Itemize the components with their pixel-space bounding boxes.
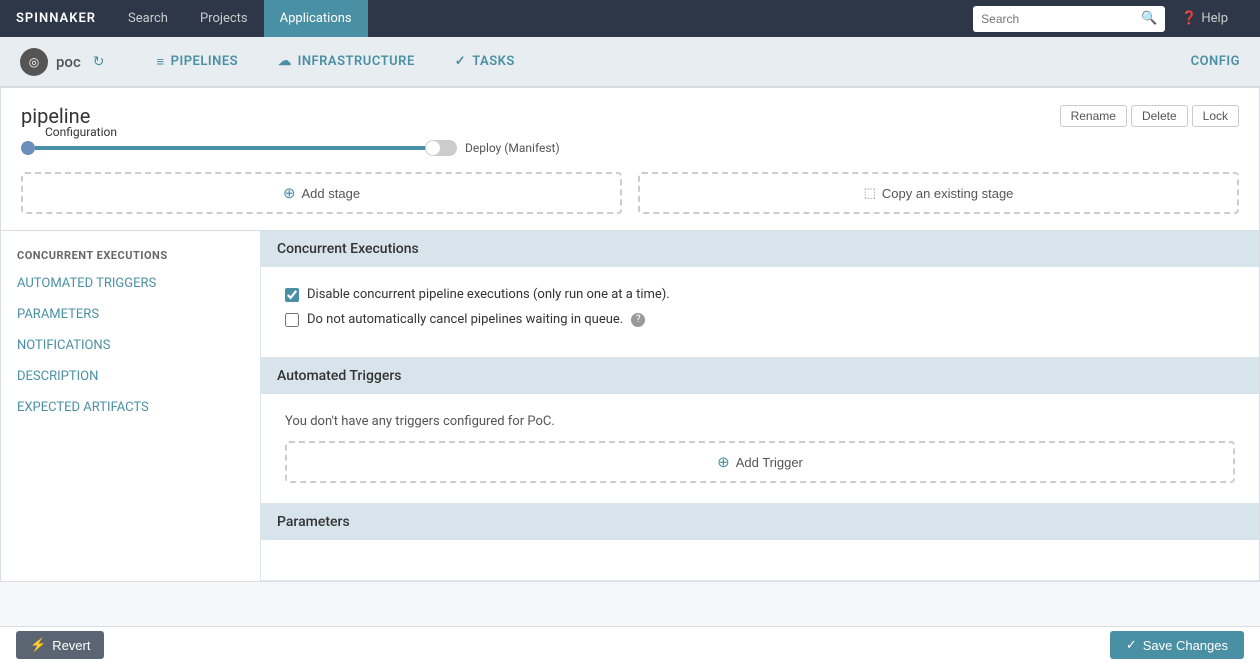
deploy-stage-node: Deploy (Manifest) — [425, 140, 560, 156]
disable-concurrent-checkbox[interactable] — [285, 288, 299, 302]
brand-logo: SPINNAKER — [16, 11, 96, 26]
sidebar-notifications[interactable]: NOTIFICATIONS — [1, 330, 260, 361]
help-tooltip-icon[interactable]: ? — [631, 313, 645, 327]
pipeline-stages: Configuration Deploy (Manifest) — [21, 140, 1239, 156]
disable-concurrent-label: Disable concurrent pipeline executions (… — [307, 287, 670, 302]
deploy-stage-label: Deploy (Manifest) — [465, 141, 560, 155]
pipeline-header-buttons: Rename Delete Lock — [1060, 105, 1239, 127]
no-cancel-label: Do not automatically cancel pipelines wa… — [307, 312, 623, 327]
nav-applications[interactable]: Applications — [264, 0, 368, 37]
search-icon: 🔍 — [1141, 11, 1157, 26]
help-link[interactable]: ❓ Help — [1165, 11, 1244, 26]
infrastructure-icon: ☁ — [278, 54, 292, 69]
content-wrapper: pipeline Rename Delete Lock Configuratio… — [0, 87, 1260, 632]
top-nav: SPINNAKER Search Projects Applications 🔍… — [0, 0, 1260, 37]
nav-tasks[interactable]: ✓ TASKS — [435, 37, 535, 87]
lock-button[interactable]: Lock — [1192, 105, 1239, 127]
sidebar-concurrent-header[interactable]: CONCURRENT EXECUTIONS — [1, 239, 260, 268]
rename-button[interactable]: Rename — [1060, 105, 1127, 127]
config-stage-dot — [21, 141, 35, 155]
app-nav-items: ≡ PIPELINES ☁ INFRASTRUCTURE ✓ TASKS — [137, 37, 1191, 87]
stage-connector-line — [35, 146, 435, 150]
automated-triggers-section: Automated Triggers You don't have any tr… — [261, 358, 1259, 504]
app-name: poc — [56, 53, 81, 71]
sidebar-expected-artifacts[interactable]: EXPECTED ARTIFACTS — [1, 392, 260, 423]
config-link[interactable]: CONFIG — [1191, 54, 1240, 69]
automated-triggers-header: Automated Triggers — [261, 358, 1259, 394]
app-logo-icon: ◎ — [20, 48, 48, 76]
automated-triggers-body: You don't have any triggers configured f… — [261, 394, 1259, 503]
pipelines-icon: ≡ — [157, 54, 165, 70]
revert-button[interactable]: ⚡ Revert — [16, 631, 104, 659]
pipeline-diagram: pipeline Rename Delete Lock Configuratio… — [0, 87, 1260, 231]
add-stage-button[interactable]: ⊕ Add stage — [21, 172, 622, 214]
sidebar-description[interactable]: DESCRIPTION — [1, 361, 260, 392]
copy-stage-button[interactable]: ⬚ Copy an existing stage — [638, 172, 1239, 214]
parameters-header: Parameters — [261, 504, 1259, 540]
tasks-icon: ✓ — [455, 54, 466, 69]
concurrent-executions-header: Concurrent Executions — [261, 231, 1259, 267]
add-trigger-button[interactable]: ⊕ Add Trigger — [285, 441, 1235, 483]
app-logo: ◎ poc ↻ — [20, 48, 105, 76]
add-trigger-plus-icon: ⊕ — [717, 453, 730, 471]
nav-infrastructure[interactable]: ☁ INFRASTRUCTURE — [258, 37, 435, 87]
sidebar-automated-triggers[interactable]: AUTOMATED TRIGGERS — [1, 268, 260, 299]
help-icon: ❓ — [1181, 11, 1197, 26]
save-changes-button[interactable]: ✓ Save Changes — [1110, 631, 1244, 659]
disable-concurrent-row: Disable concurrent pipeline executions (… — [285, 287, 1235, 302]
parameters-body — [261, 540, 1259, 580]
stage-actions: ⊕ Add stage ⬚ Copy an existing stage — [21, 172, 1239, 214]
copy-icon: ⬚ — [864, 185, 876, 201]
no-cancel-row: Do not automatically cancel pipelines wa… — [285, 312, 1235, 327]
parameters-section: Parameters — [261, 504, 1259, 581]
config-sidebar: CONCURRENT EXECUTIONS AUTOMATED TRIGGERS… — [1, 231, 261, 581]
plus-icon: ⊕ — [283, 184, 296, 202]
search-input[interactable] — [981, 12, 1135, 26]
global-search-box[interactable]: 🔍 — [973, 6, 1165, 32]
deploy-toggle[interactable] — [425, 140, 457, 156]
concurrent-executions-section: Concurrent Executions Disable concurrent… — [261, 231, 1259, 358]
nav-projects[interactable]: Projects — [184, 0, 264, 37]
triggers-empty-text: You don't have any triggers configured f… — [285, 414, 1235, 429]
sidebar-parameters[interactable]: PARAMETERS — [1, 299, 260, 330]
config-stage-label: Configuration — [41, 125, 121, 139]
app-nav: ◎ poc ↻ ≡ PIPELINES ☁ INFRASTRUCTURE ✓ T… — [0, 37, 1260, 87]
refresh-icon[interactable]: ↻ — [93, 54, 105, 70]
config-main: Concurrent Executions Disable concurrent… — [261, 231, 1259, 581]
no-cancel-checkbox[interactable] — [285, 313, 299, 327]
lightning-icon: ⚡ — [30, 637, 46, 653]
config-area: CONCURRENT EXECUTIONS AUTOMATED TRIGGERS… — [0, 231, 1260, 582]
check-icon: ✓ — [1126, 637, 1137, 653]
delete-button[interactable]: Delete — [1131, 105, 1188, 127]
concurrent-executions-body: Disable concurrent pipeline executions (… — [261, 267, 1259, 357]
nav-search[interactable]: Search — [112, 0, 184, 37]
footer: ⚡ Revert ✓ Save Changes — [0, 626, 1260, 663]
nav-pipelines[interactable]: ≡ PIPELINES — [137, 37, 259, 87]
